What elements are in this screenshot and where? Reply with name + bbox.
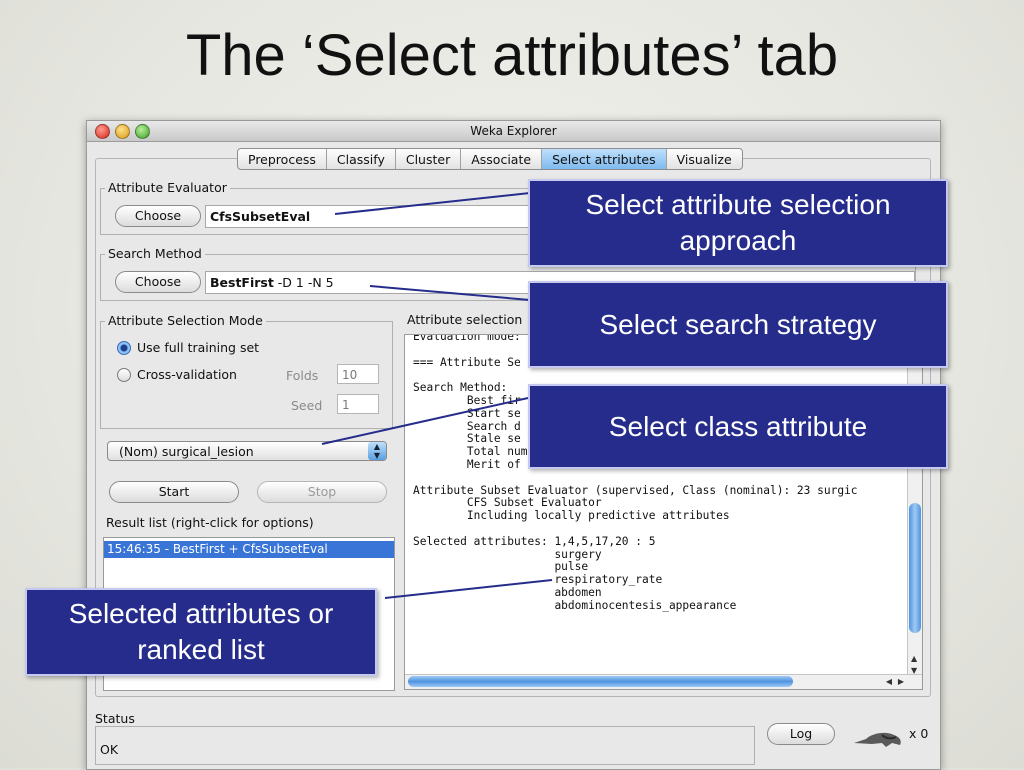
search-method-name: BestFirst (210, 275, 274, 290)
output-line: pulse (554, 560, 589, 574)
scroll-left-icon[interactable]: ◀ (886, 677, 892, 686)
window-title: Weka Explorer (470, 124, 557, 138)
output-line: Attribute Subset Evaluator (supervised, … (413, 483, 858, 497)
result-list-label: Result list (right-click for options) (103, 515, 317, 530)
bird-count: x 0 (909, 726, 929, 741)
output-line: Selected attributes: 1,4,5,17,20 : 5 (413, 534, 656, 548)
evaluator-choose-button[interactable]: Choose (115, 205, 201, 227)
tab-preprocess[interactable]: Preprocess (238, 149, 327, 169)
status-text: OK (100, 742, 119, 757)
horizontal-scroll-thumb[interactable] (408, 676, 793, 687)
output-line: CFS Subset Evaluator (466, 496, 602, 510)
output-label: Attribute selection (404, 312, 526, 327)
slide-title: The ‘Select attributes’ tab (185, 23, 839, 88)
callout-search: Select search strategy (528, 281, 948, 368)
output-line: Evaluation mode: (413, 334, 521, 343)
output-text: Evaluation mode: === Attribute Se Search… (405, 334, 922, 613)
scroll-right-icon[interactable]: ▶ (898, 677, 904, 686)
title-bar: Weka Explorer (87, 121, 940, 142)
output-line: === Attribute Se (413, 355, 521, 369)
folds-label: Folds (286, 368, 319, 383)
output-line: Including locally predictive attributes (466, 509, 730, 523)
seed-label: Seed (291, 398, 323, 413)
tab-bar: Preprocess Classify Cluster Associate Se… (237, 148, 743, 170)
callout-evaluator: Select attribute selection approach (528, 179, 948, 267)
scroll-up-icon[interactable]: ▲ (911, 654, 917, 663)
start-button[interactable]: Start (109, 481, 239, 503)
stop-button[interactable]: Stop (257, 481, 387, 503)
select-arrows-icon: ▲ ▼ (368, 442, 386, 460)
status-bar: OK (95, 726, 755, 765)
output-horizontal-scrollbar[interactable]: ◀ ▶ (405, 674, 922, 689)
tab-associate[interactable]: Associate (461, 149, 543, 169)
status-label: Status (95, 711, 135, 726)
cross-validation-label: Cross-validation (137, 367, 237, 382)
output-line: Start se (466, 406, 521, 420)
selection-mode-label: Attribute Selection Mode (105, 313, 266, 328)
tab-visualize[interactable]: Visualize (667, 149, 742, 169)
search-method-label: Search Method (105, 246, 205, 261)
output-line: abdomen (554, 585, 602, 599)
class-attribute-select[interactable]: (Nom) surgical_lesion ▲ ▼ (107, 441, 387, 461)
output-line: Search Method: (413, 381, 508, 395)
full-training-radio[interactable] (117, 341, 131, 355)
log-button[interactable]: Log (767, 723, 835, 745)
callout-results: Selected attributes or ranked list (25, 588, 377, 676)
output-line: Best fir (466, 393, 521, 407)
output-line: surgery (554, 547, 602, 561)
callout-class: Select class attribute (528, 384, 948, 469)
folds-input[interactable]: 10 (337, 364, 379, 384)
vertical-scroll-thumb[interactable] (909, 503, 921, 633)
search-method-options: -D 1 -N 5 (273, 275, 334, 290)
attribute-evaluator-label: Attribute Evaluator (105, 180, 230, 195)
output-line: Search d (466, 419, 521, 433)
tab-classify[interactable]: Classify (327, 149, 396, 169)
class-attribute-value: (Nom) surgical_lesion (119, 444, 254, 459)
result-list-item[interactable]: 15:46:35 - BestFirst + CfsSubsetEval (104, 541, 394, 558)
full-training-label: Use full training set (137, 340, 260, 355)
output-line: abdominocentesis_appearance (554, 598, 737, 612)
search-choose-button[interactable]: Choose (115, 271, 201, 293)
output-line: Stale se (466, 432, 521, 446)
output-line: respiratory_rate (554, 573, 663, 587)
tab-cluster[interactable]: Cluster (396, 149, 462, 169)
cross-validation-radio[interactable] (117, 368, 131, 382)
tab-select-attributes[interactable]: Select attributes (542, 149, 667, 169)
seed-input[interactable]: 1 (337, 394, 379, 414)
weka-bird-icon (854, 732, 901, 747)
